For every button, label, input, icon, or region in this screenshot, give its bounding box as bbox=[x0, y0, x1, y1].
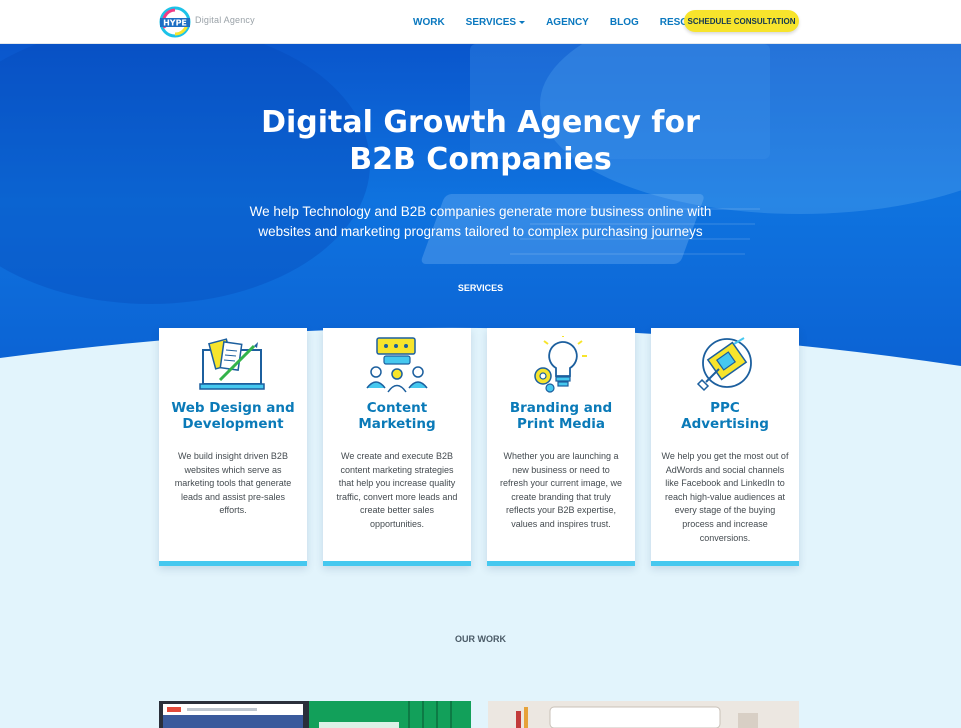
card-accent-bar bbox=[159, 561, 307, 566]
card-accent-bar bbox=[651, 561, 799, 566]
card-title: Web Design and Development bbox=[171, 400, 295, 432]
nav-item-work[interactable]: WORK bbox=[413, 17, 445, 28]
content-marketing-icon bbox=[366, 337, 428, 393]
card-title: Branding and Print Media bbox=[509, 400, 613, 432]
card-description: We create and execute B2B content market… bbox=[336, 451, 458, 529]
work-thumbnail-1[interactable] bbox=[159, 701, 471, 728]
service-card-web-design[interactable]: Web Design and Development We build insi… bbox=[159, 328, 307, 566]
services-cards: Web Design and Development We build insi… bbox=[159, 328, 799, 566]
logo-text: HYPE bbox=[163, 19, 187, 28]
card-title: PPC Advertising bbox=[681, 400, 769, 432]
card-description: We build insight driven B2B websites whi… bbox=[174, 451, 292, 516]
service-card-branding[interactable]: Branding and Print Media Whether you are… bbox=[487, 328, 635, 566]
site-header: HYPE Digital Agency WORK SERVICES AGENCY… bbox=[0, 0, 961, 44]
services-section-label: SERVICES bbox=[457, 283, 504, 293]
card-title: Content Marketing bbox=[358, 400, 436, 432]
schedule-consultation-button[interactable]: SCHEDULE CONSULTATION bbox=[684, 10, 799, 32]
caret-down-icon bbox=[519, 20, 526, 24]
work-thumbnail-image bbox=[159, 701, 471, 728]
logo-subtitle: Digital Agency bbox=[195, 15, 255, 25]
hype-logo-icon[interactable]: HYPE bbox=[159, 6, 191, 38]
card-accent-bar bbox=[323, 561, 471, 566]
work-thumbnail-2[interactable] bbox=[488, 701, 799, 728]
nav-item-blog[interactable]: BLOG bbox=[610, 17, 639, 28]
service-card-content-marketing[interactable]: Content Marketing We create and execute … bbox=[323, 328, 471, 566]
branding-icon bbox=[534, 336, 587, 393]
card-accent-bar bbox=[487, 561, 635, 566]
hero-title: Digital Growth Agency for B2B Companies bbox=[261, 105, 700, 177]
work-thumbnail-image bbox=[488, 701, 799, 728]
web-design-icon bbox=[199, 338, 265, 390]
nav-item-agency[interactable]: AGENCY bbox=[546, 17, 589, 28]
our-work-section-label: OUR WORK bbox=[455, 634, 506, 644]
card-description: We help you get the most out of AdWords … bbox=[661, 451, 789, 543]
service-card-ppc[interactable]: PPC Advertising We help you get the most… bbox=[651, 328, 799, 566]
ppc-advertising-icon bbox=[696, 337, 752, 392]
nav-item-services[interactable]: SERVICES bbox=[466, 17, 526, 28]
hero-subtitle: We help Technology and B2B companies gen… bbox=[249, 204, 712, 239]
card-description: Whether you are launching a new business… bbox=[499, 451, 623, 529]
